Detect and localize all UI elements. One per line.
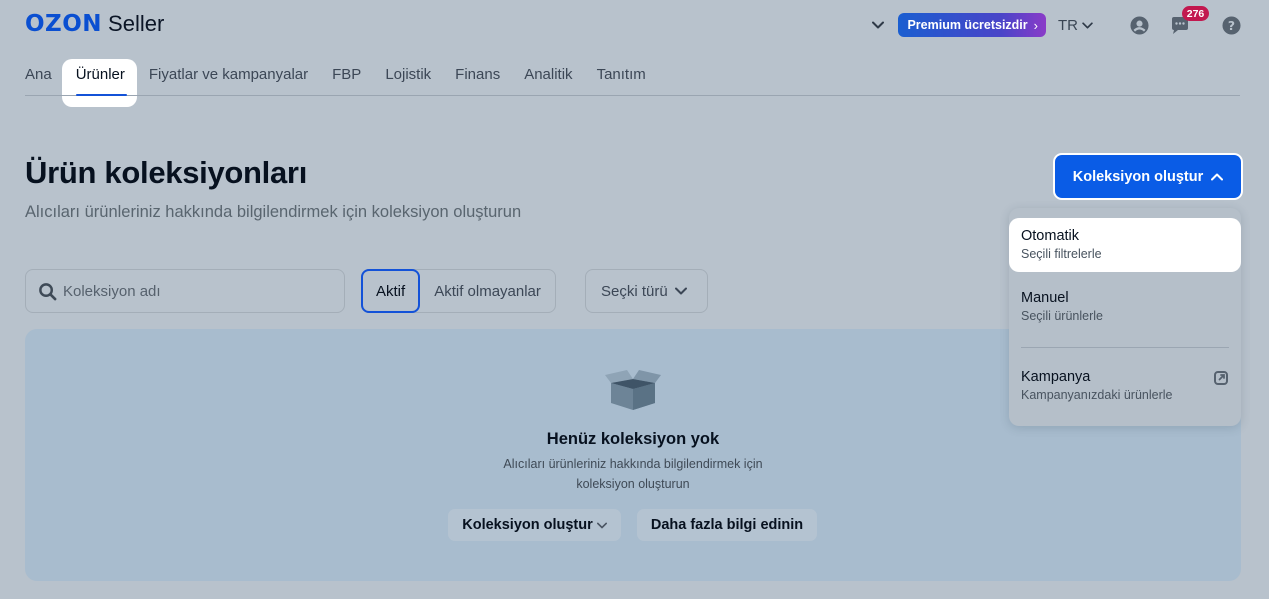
page-title: Ürün koleksiyonları bbox=[25, 155, 308, 190]
search-box bbox=[25, 269, 345, 313]
create-collection-button[interactable]: Koleksiyon oluştur bbox=[1053, 153, 1243, 200]
menu-item-campaign[interactable]: Kampanya Kampanyanızdaki ürünlerle bbox=[1009, 369, 1241, 402]
language-label: TR bbox=[1058, 16, 1078, 34]
header-actions: Premium ücretsizdir › TR 276 ? bbox=[868, 6, 1241, 38]
create-collection-menu: Otomatik Seçili filtrelerle Manuel Seçil… bbox=[1009, 208, 1241, 426]
nav-item-lojistik[interactable]: Lojistik bbox=[385, 60, 431, 96]
nav-active-underline bbox=[76, 94, 127, 96]
create-collection-button-inner: Koleksiyon oluştur bbox=[1055, 155, 1241, 198]
nav-item-analitik[interactable]: Analitik bbox=[524, 60, 572, 96]
status-tabs: Aktif Aktif olmayanlar bbox=[361, 269, 556, 313]
nav-item-tanitim[interactable]: Tanıtım bbox=[597, 60, 646, 96]
nav-item-finans[interactable]: Finans bbox=[455, 60, 500, 96]
menu-item-title: Otomatik bbox=[1021, 228, 1080, 244]
empty-create-collection-button[interactable]: Koleksiyon oluştur bbox=[448, 509, 621, 541]
notification-badge: 276 bbox=[1182, 6, 1209, 21]
empty-state-title: Henüz koleksiyon yok bbox=[546, 430, 720, 448]
menu-item-title: Kampanya bbox=[1021, 369, 1091, 385]
chevron-down-icon[interactable] bbox=[868, 15, 888, 35]
ozon-seller-logo[interactable]: OZON Seller bbox=[25, 11, 164, 37]
chevron-up-icon bbox=[1211, 173, 1224, 180]
svg-text:?: ? bbox=[1227, 18, 1234, 32]
menu-item-subtitle: Seçili filtrelerle bbox=[1021, 247, 1102, 261]
external-link-icon bbox=[1214, 371, 1228, 385]
chevron-down-icon bbox=[1082, 21, 1093, 29]
search-input[interactable] bbox=[63, 282, 313, 300]
logo-product: Seller bbox=[108, 11, 165, 36]
nav-item-urunler[interactable]: Ürünler bbox=[76, 60, 125, 96]
menu-item-subtitle: Seçili ürünlerle bbox=[1021, 309, 1103, 323]
page-subtitle: Alıcıları ürünleriniz hakkında bilgilend… bbox=[25, 203, 522, 221]
collection-type-label: Seçki türü bbox=[601, 282, 668, 300]
chevron-down-icon bbox=[674, 287, 687, 295]
learn-more-button[interactable]: Daha fazla bilgi edinin bbox=[637, 509, 817, 541]
premium-label: Premium ücretsizdir bbox=[907, 18, 1028, 32]
empty-create-collection-label: Koleksiyon oluştur bbox=[462, 517, 593, 533]
tab-active[interactable]: Aktif bbox=[361, 269, 421, 313]
chevron-down-icon bbox=[596, 522, 607, 528]
menu-item-automatic[interactable]: Otomatik Seçili filtrelerle bbox=[1009, 218, 1241, 261]
nav-item-fbp[interactable]: FBP bbox=[332, 60, 361, 96]
chevron-right-icon: › bbox=[1033, 17, 1038, 33]
tab-inactive[interactable]: Aktif olmayanlar bbox=[420, 270, 555, 312]
language-select[interactable]: TR bbox=[1058, 17, 1093, 34]
menu-item-title: Manuel bbox=[1021, 290, 1069, 306]
empty-box-icon bbox=[605, 370, 661, 410]
empty-state-text: Alıcıları ürünleriniz hakkında bilgilend… bbox=[483, 454, 783, 494]
menu-item-subtitle: Kampanyanızdaki ürünlerle bbox=[1021, 388, 1173, 402]
help-icon[interactable]: ? bbox=[1221, 15, 1241, 35]
search-icon bbox=[39, 282, 57, 300]
nav-item-ana[interactable]: Ana bbox=[25, 60, 52, 96]
menu-divider bbox=[1021, 347, 1229, 348]
chat-icon[interactable]: 276 bbox=[1170, 6, 1209, 35]
user-icon[interactable] bbox=[1129, 15, 1149, 35]
empty-state-text-line: koleksiyon oluşturun bbox=[576, 477, 690, 491]
create-collection-label: Koleksiyon oluştur bbox=[1072, 168, 1204, 185]
main-nav: Ana Ürünler Fiyatlar ve kampanyalar FBP … bbox=[25, 60, 670, 96]
nav-item-fiyatlar[interactable]: Fiyatlar ve kampanyalar bbox=[149, 60, 308, 96]
empty-state-text-line: Alıcıları ürünleriniz hakkında bilgilend… bbox=[503, 457, 763, 471]
collection-type-select[interactable]: Seçki türü bbox=[585, 269, 708, 313]
menu-item-manual[interactable]: Manuel Seçili ürünlerle bbox=[1009, 290, 1241, 323]
premium-button[interactable]: Premium ücretsizdir › bbox=[898, 13, 1046, 37]
logo-brand: OZON bbox=[25, 11, 103, 37]
